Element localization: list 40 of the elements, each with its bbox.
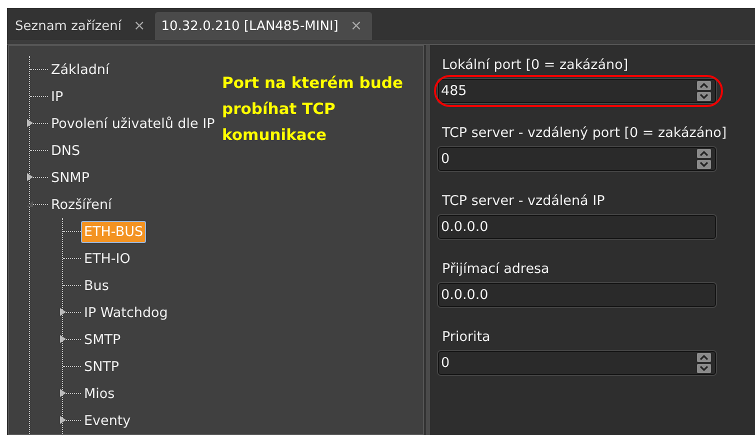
- tree-item[interactable]: Rozšíření: [48, 194, 115, 216]
- tree-item[interactable]: Bus: [81, 274, 112, 296]
- tree-item[interactable]: IP Watchdog: [81, 302, 171, 324]
- field-label: Lokální port [0 = zakázáno]: [442, 57, 630, 73]
- up-arrow-icon[interactable]: [697, 81, 711, 90]
- collapsed-triangle-icon[interactable]: [59, 307, 67, 317]
- up-arrow-icon[interactable]: [697, 353, 711, 362]
- tree-item[interactable]: ETH-IO: [81, 248, 134, 270]
- down-arrow-icon[interactable]: [697, 92, 711, 101]
- tree-item[interactable]: IP: [48, 86, 66, 108]
- tree-item[interactable]: SNMP: [48, 166, 92, 188]
- tree-item[interactable]: Základní: [48, 58, 112, 80]
- collapsed-triangle-icon[interactable]: [26, 118, 34, 128]
- input-field[interactable]: 0.0.0.0: [438, 215, 716, 239]
- close-icon[interactable]: ×: [350, 18, 362, 34]
- field-label: Priorita: [442, 329, 492, 345]
- input-field[interactable]: 0.0.0.0: [438, 283, 716, 307]
- tree-item[interactable]: Povolení uživatelů dle IP: [48, 112, 218, 134]
- down-arrow-icon[interactable]: [697, 364, 711, 373]
- collapsed-triangle-icon[interactable]: [59, 388, 67, 398]
- tab[interactable]: Seznam zařízení ×: [9, 12, 156, 40]
- tree-item[interactable]: SMTP: [81, 328, 124, 350]
- field-label: TCP server - vzdálená IP: [442, 193, 606, 209]
- annotation-text: Port na kterém bude probíhat TCP komunikace: [222, 73, 404, 146]
- tab[interactable]: 10.32.0.210 [LAN485-MINI] ×: [155, 12, 372, 40]
- number-field[interactable]: 0: [438, 147, 716, 171]
- close-icon[interactable]: ×: [134, 18, 146, 34]
- down-arrow-icon[interactable]: [697, 160, 711, 169]
- tree-item[interactable]: Mios: [81, 382, 118, 404]
- collapsed-triangle-icon[interactable]: [59, 334, 67, 344]
- tree-item[interactable]: SNTP: [81, 356, 122, 378]
- collapsed-triangle-icon[interactable]: [59, 415, 67, 425]
- tree-item[interactable]: Eventy: [81, 410, 134, 432]
- up-arrow-icon[interactable]: [697, 149, 711, 158]
- expanded-triangle-icon[interactable]: [26, 199, 34, 209]
- number-field[interactable]: 0: [438, 351, 716, 375]
- tree-item[interactable]: DNS: [48, 140, 84, 162]
- collapsed-triangle-icon[interactable]: [26, 172, 34, 182]
- field-label: Přijímací adresa: [442, 261, 550, 277]
- field-label: TCP server - vzdálený port [0 = zakázáno]: [442, 125, 728, 141]
